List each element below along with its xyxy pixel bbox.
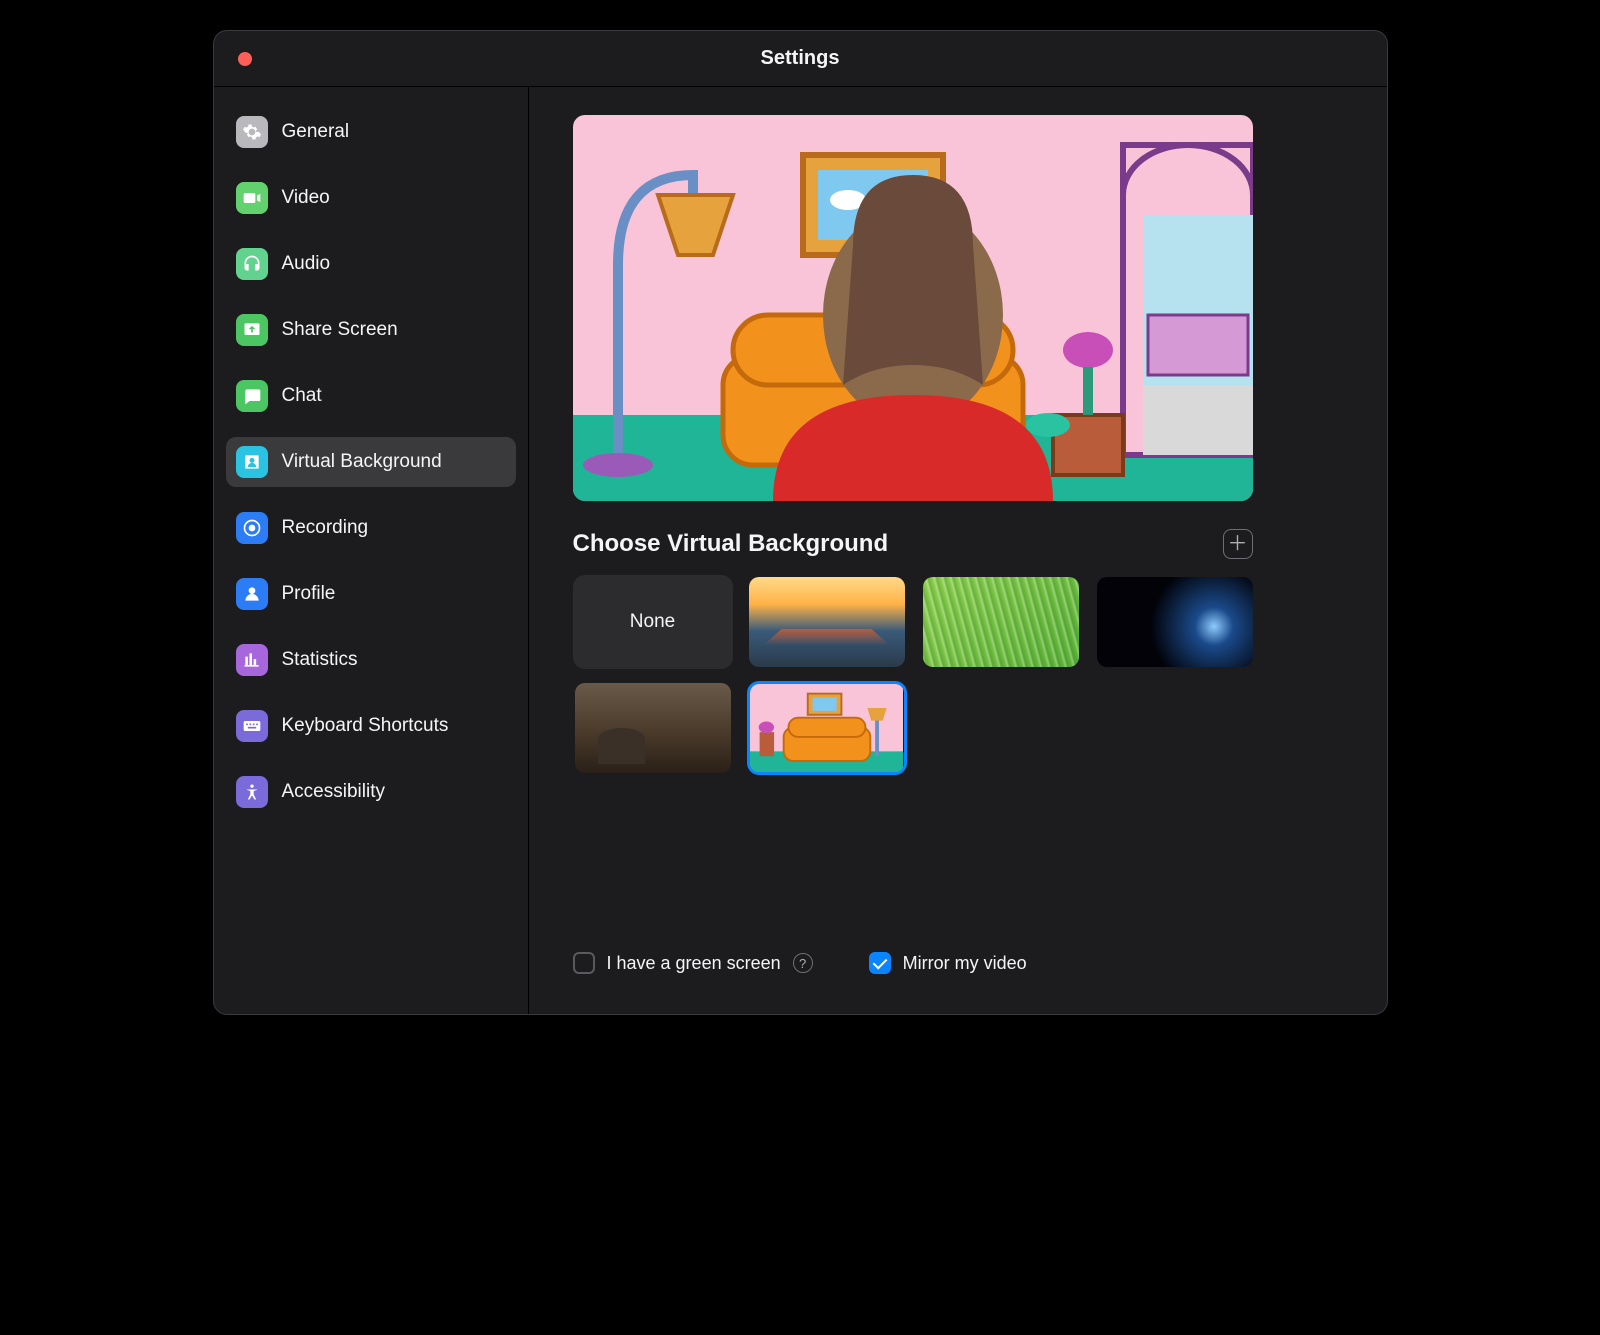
sidebar: General Video Audio Share Screen: [214, 87, 529, 1014]
background-thumb-grass[interactable]: [921, 575, 1081, 669]
sidebar-item-accessibility[interactable]: Accessibility: [226, 767, 516, 817]
mirror-video-option: Mirror my video: [869, 952, 1027, 974]
sidebar-item-label: Chat: [282, 385, 322, 407]
sidebar-item-label: Virtual Background: [282, 451, 442, 473]
video-preview: [573, 115, 1253, 501]
cartoon-room-scene-icon: [750, 684, 904, 774]
sidebar-item-audio[interactable]: Audio: [226, 239, 516, 289]
bridge-scene-icon: [749, 577, 905, 667]
sidebar-item-virtual-background[interactable]: Virtual Background: [226, 437, 516, 487]
mirror-video-checkbox[interactable]: [869, 952, 891, 974]
window-title: Settings: [761, 47, 840, 70]
grass-scene-icon: [923, 577, 1079, 667]
sidebar-item-label: Recording: [282, 517, 369, 539]
record-icon: [236, 512, 268, 544]
sidebar-item-chat[interactable]: Chat: [226, 371, 516, 421]
sidebar-item-general[interactable]: General: [226, 107, 516, 157]
share-screen-icon: [236, 314, 268, 346]
chat-bubble-icon: [236, 380, 268, 412]
profile-icon: [236, 578, 268, 610]
mirror-video-label: Mirror my video: [903, 953, 1027, 974]
keyboard-icon: [236, 710, 268, 742]
sidebar-item-video[interactable]: Video: [226, 173, 516, 223]
virtual-background-icon: [236, 446, 268, 478]
video-camera-icon: [236, 182, 268, 214]
settings-window: Settings General Video Audio: [213, 30, 1388, 1015]
sidebar-item-label: Keyboard Shortcuts: [282, 715, 449, 737]
sidebar-item-profile[interactable]: Profile: [226, 569, 516, 619]
sidebar-item-recording[interactable]: Recording: [226, 503, 516, 553]
main-panel: Choose Virtual Background ＋ None: [529, 87, 1387, 1014]
sidebar-item-label: Statistics: [282, 649, 358, 671]
bar-chart-icon: [236, 644, 268, 676]
sidebar-item-label: Share Screen: [282, 319, 398, 341]
background-thumb-office[interactable]: [573, 681, 733, 775]
plus-icon: ＋: [1228, 534, 1248, 554]
sidebar-item-label: Video: [282, 187, 330, 209]
background-thumb-space[interactable]: [1095, 575, 1255, 669]
gear-icon: [236, 116, 268, 148]
options-row: I have a green screen ? Mirror my video: [573, 952, 1351, 986]
office-scene-icon: [575, 683, 731, 773]
window-body: General Video Audio Share Screen: [214, 87, 1387, 1014]
green-screen-label: I have a green screen: [607, 953, 781, 974]
sidebar-item-keyboard-shortcuts[interactable]: Keyboard Shortcuts: [226, 701, 516, 751]
accessibility-icon: [236, 776, 268, 808]
background-thumbnail-grid: None: [573, 575, 1253, 775]
sidebar-item-statistics[interactable]: Statistics: [226, 635, 516, 685]
thumb-none-label: None: [630, 611, 675, 633]
help-icon[interactable]: ?: [793, 953, 813, 973]
add-background-button[interactable]: ＋: [1223, 529, 1253, 559]
earth-space-scene-icon: [1097, 577, 1253, 667]
background-thumb-none[interactable]: None: [573, 575, 733, 669]
titlebar: Settings: [214, 31, 1387, 87]
sidebar-item-share-screen[interactable]: Share Screen: [226, 305, 516, 355]
sidebar-item-label: Profile: [282, 583, 336, 605]
sidebar-item-label: General: [282, 121, 350, 143]
green-screen-option: I have a green screen ?: [573, 952, 813, 974]
sidebar-item-label: Audio: [282, 253, 331, 275]
section-header: Choose Virtual Background ＋: [573, 529, 1253, 559]
headphones-icon: [236, 248, 268, 280]
close-window-button[interactable]: [238, 52, 252, 66]
section-title: Choose Virtual Background: [573, 530, 889, 558]
sidebar-item-label: Accessibility: [282, 781, 385, 803]
green-screen-checkbox[interactable]: [573, 952, 595, 974]
background-thumb-bridge[interactable]: [747, 575, 907, 669]
cartoon-living-room-background: [573, 115, 1253, 501]
background-thumb-cartoon-room[interactable]: [747, 681, 907, 775]
